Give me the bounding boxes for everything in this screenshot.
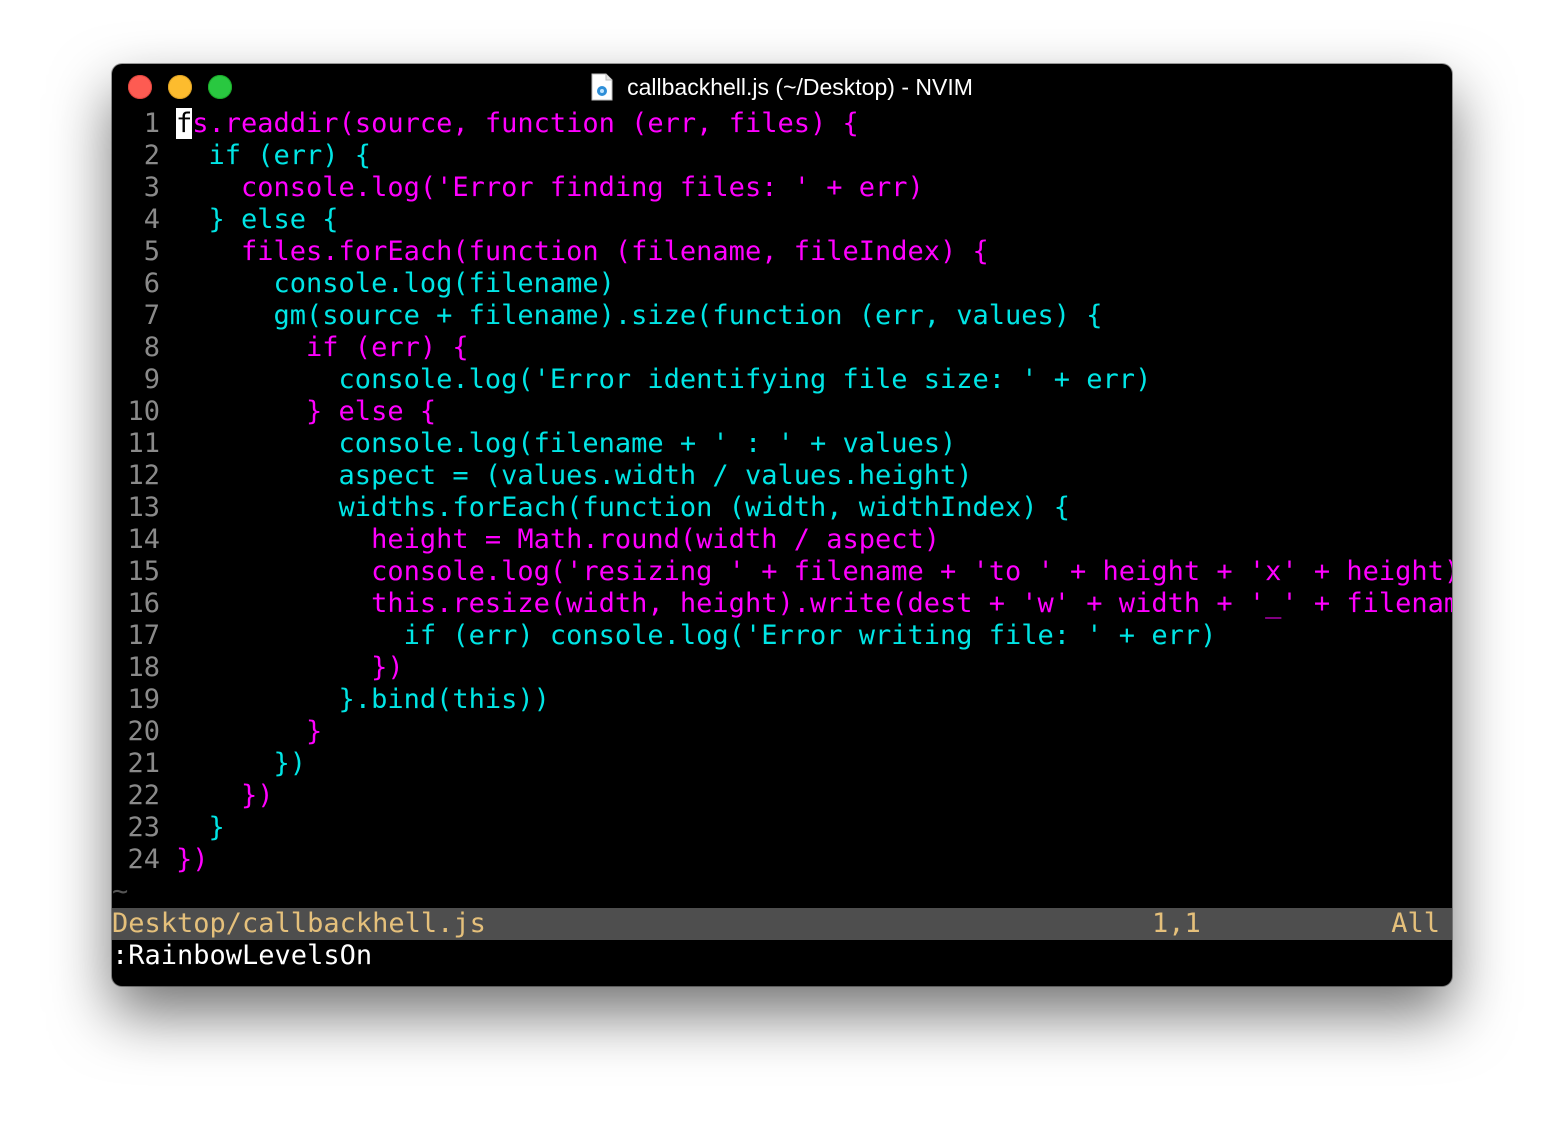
code-line[interactable]: 9 console.log('Error identifying file si…: [112, 364, 1452, 396]
code-line[interactable]: 15 console.log('resizing ' + filename + …: [112, 556, 1452, 588]
code-text: console.log(filename): [176, 268, 615, 299]
code-text: }): [176, 748, 307, 779]
empty-line-marker: ~: [112, 876, 129, 907]
line-number: 14: [127, 524, 160, 555]
code-line[interactable]: 5 files.forEach(function (filename, file…: [112, 236, 1452, 268]
window-title-area: callbackhell.js (~/Desktop) - NVIM: [112, 64, 1452, 110]
code-text: }): [176, 844, 209, 875]
code-line[interactable]: 22 }): [112, 780, 1452, 812]
window-title: callbackhell.js (~/Desktop) - NVIM: [627, 73, 973, 100]
code-line[interactable]: 17 if (err) console.log('Error writing f…: [112, 620, 1452, 652]
line-number: 19: [127, 684, 160, 715]
code-line[interactable]: 18 }): [112, 652, 1452, 684]
code-line[interactable]: 13 widths.forEach(function (width, width…: [112, 492, 1452, 524]
editor-buffer[interactable]: 1 fs.readdir(source, function (err, files…: [112, 108, 1452, 908]
line-number: 8: [143, 332, 160, 363]
line-number: 12: [127, 460, 160, 491]
code-line[interactable]: 19 }.bind(this)): [112, 684, 1452, 716]
line-number: 22: [127, 780, 160, 811]
line-number: 23: [127, 812, 160, 843]
status-scroll-indicator: All: [1391, 908, 1440, 939]
line-number: 20: [127, 716, 160, 747]
minimize-button[interactable]: [168, 75, 192, 99]
code-text: if (err) console.log('Error writing file…: [176, 620, 1217, 651]
code-text: console.log('Error identifying file size…: [176, 364, 1152, 395]
code-text: } else {: [176, 204, 339, 235]
code-line[interactable]: 2 if (err) {: [112, 140, 1452, 172]
code-line[interactable]: 7 gm(source + filename).size(function (e…: [112, 300, 1452, 332]
text-cursor: f: [176, 108, 193, 139]
line-number: 2: [143, 140, 160, 171]
line-number: 3: [143, 172, 160, 203]
code-line[interactable]: 1 fs.readdir(source, function (err, files…: [112, 108, 1452, 140]
code-line[interactable]: 20 }: [112, 716, 1452, 748]
line-number: 5: [143, 236, 160, 267]
code-text: if (err) {: [176, 140, 372, 171]
code-line[interactable]: 21 }): [112, 748, 1452, 780]
code-text: this.resize(width, height).write(dest + …: [176, 588, 1452, 619]
code-line[interactable]: 24}): [112, 844, 1452, 876]
code-line[interactable]: 10 } else {: [112, 396, 1452, 428]
line-number: 16: [127, 588, 160, 619]
code-line[interactable]: 23 }: [112, 812, 1452, 844]
code-text: console.log(filename + ' : ' + values): [176, 428, 957, 459]
code-line[interactable]: 6 console.log(filename): [112, 268, 1452, 300]
code-line[interactable]: 11 console.log(filename + ' : ' + values…: [112, 428, 1452, 460]
line-number: 15: [127, 556, 160, 587]
line-number: 13: [127, 492, 160, 523]
code-line[interactable]: 3 console.log('Error finding files: ' + …: [112, 172, 1452, 204]
code-line[interactable]: 12 aspect = (values.width / values.heigh…: [112, 460, 1452, 492]
code-text: gm(source + filename).size(function (err…: [176, 300, 1103, 331]
maximize-button[interactable]: [208, 75, 232, 99]
status-line: Desktop/callbackhell.js 1,1 All: [112, 908, 1452, 940]
close-button[interactable]: [128, 75, 152, 99]
line-number: 10: [127, 396, 160, 427]
code-text: if (err) {: [176, 332, 469, 363]
line-number: 9: [143, 364, 160, 395]
line-number: 17: [127, 620, 160, 651]
code-text: console.log('Error finding files: ' + er…: [176, 172, 924, 203]
title-bar: callbackhell.js (~/Desktop) - NVIM: [112, 64, 1452, 110]
code-text: }: [176, 716, 323, 747]
code-text: fs.readdir(source, function (err, files)…: [176, 108, 859, 139]
code-text: files.forEach(function (filename, fileIn…: [176, 236, 989, 267]
code-line[interactable]: 8 if (err) {: [112, 332, 1452, 364]
code-text: }.bind(this)): [176, 684, 550, 715]
code-text: widths.forEach(function (width, widthInd…: [176, 492, 1071, 523]
code-text: }): [176, 780, 274, 811]
code-text: aspect = (values.width / values.height): [176, 460, 973, 491]
code-text: height = Math.round(width / aspect): [176, 524, 941, 555]
code-line[interactable]: 14 height = Math.round(width / aspect): [112, 524, 1452, 556]
line-number: 21: [127, 748, 160, 779]
line-number: 7: [143, 300, 160, 331]
command-line[interactable]: :RainbowLevelsOn: [112, 940, 1452, 972]
nvim-window: callbackhell.js (~/Desktop) - NVIM 1 fs.r…: [112, 64, 1452, 986]
status-filename: Desktop/callbackhell.js: [112, 908, 486, 939]
status-cursor-position: 1,1: [1152, 908, 1201, 939]
line-number: 11: [127, 428, 160, 459]
line-number: 24: [127, 844, 160, 875]
line-number: 6: [143, 268, 160, 299]
code-line[interactable]: 4 } else {: [112, 204, 1452, 236]
code-line[interactable]: 16 this.resize(width, height).write(dest…: [112, 588, 1452, 620]
code-text: }): [176, 652, 404, 683]
line-number: 18: [127, 652, 160, 683]
code-text: console.log('resizing ' + filename + 'to…: [176, 556, 1452, 587]
js-file-icon: [591, 73, 613, 101]
line-number: 4: [143, 204, 160, 235]
code-text: }: [176, 812, 225, 843]
code-text: } else {: [176, 396, 437, 427]
line-number: 1: [143, 108, 160, 139]
